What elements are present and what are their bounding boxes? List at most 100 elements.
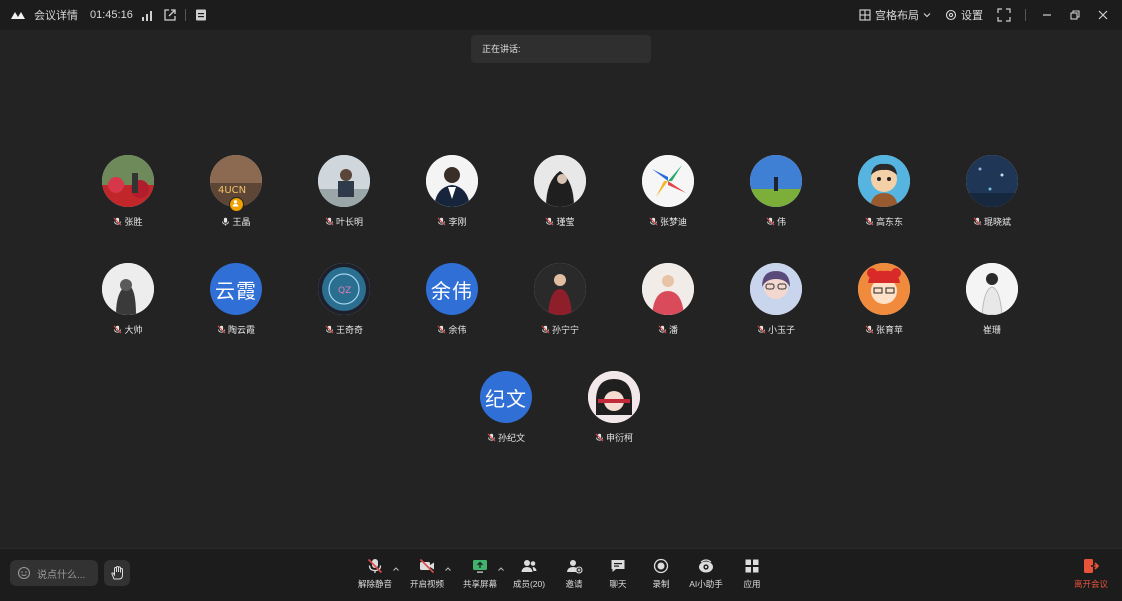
- participant-name-row: 余伟: [400, 323, 504, 336]
- control-label: 邀请: [565, 579, 583, 589]
- control-label: 应用: [743, 579, 761, 589]
- chevron-up-icon[interactable]: [444, 565, 452, 573]
- control-invite[interactable]: 邀请: [549, 557, 599, 590]
- participant-avatar: [750, 263, 802, 315]
- mic-muted-icon: [487, 433, 496, 442]
- svg-text:QZ: QZ: [338, 286, 351, 296]
- participant-avatar: 余伟: [426, 263, 478, 315]
- avatar-initials: 纪文: [485, 386, 527, 411]
- participant-name-row: 王奇奇: [292, 323, 396, 336]
- participant-tile[interactable]: 高东东: [832, 155, 936, 239]
- control-members[interactable]: 成员(20): [504, 557, 554, 590]
- mic-muted-icon: [766, 217, 775, 226]
- control-label: 开启视频: [409, 579, 444, 589]
- control-share-screen[interactable]: 共享屏幕: [455, 557, 505, 590]
- members-icon: [520, 557, 538, 575]
- participant-avatar: [102, 155, 154, 207]
- participant-tile[interactable]: 琨晓斌: [940, 155, 1044, 239]
- participant-tile[interactable]: 大帅: [76, 263, 180, 347]
- participant-avatar: [102, 263, 154, 315]
- participant-tile[interactable]: 4UCN 王晶: [184, 155, 288, 239]
- mic-muted-icon: [366, 557, 384, 575]
- participant-name: 瑾莹: [556, 217, 575, 227]
- participant-name-row: 孙宁宁: [508, 323, 612, 336]
- mic-muted-icon: [658, 325, 667, 334]
- record-icon: [652, 557, 670, 575]
- participant-name-row: 大帅: [76, 323, 180, 336]
- mic-muted-icon: [545, 217, 554, 226]
- participant-tile[interactable]: 伟: [724, 155, 828, 239]
- participant-tile[interactable]: 崔珊: [940, 263, 1044, 347]
- control-label: AI小助手: [689, 579, 723, 589]
- participant-name-row: 张梦迪: [616, 215, 720, 228]
- participant-name: 琨晓斌: [983, 217, 1011, 227]
- participant-name: 伟: [776, 217, 786, 227]
- participant-name: 陶云霞: [227, 325, 255, 335]
- participant-avatar: [318, 155, 370, 207]
- participant-avatar: [858, 155, 910, 207]
- control-ai-assistant[interactable]: AI小助手: [681, 557, 731, 590]
- participant-tile[interactable]: 云霞陶云霞: [184, 263, 288, 347]
- participant-name: 王晶: [232, 217, 251, 227]
- participant-avatar: [750, 155, 802, 207]
- raise-hand-button[interactable]: [104, 560, 130, 586]
- participant-name-row: 张胜: [76, 215, 180, 228]
- participant-tile[interactable]: 小玉子: [724, 263, 828, 347]
- participant-tile[interactable]: 叶长明: [292, 155, 396, 239]
- participant-tile[interactable]: 申衍柯: [562, 371, 666, 455]
- mic-muted-icon: [973, 217, 982, 226]
- participant-name: 高东东: [875, 217, 903, 227]
- raise-hand-icon: [109, 565, 125, 581]
- participant-tile[interactable]: 余伟 余伟: [400, 263, 504, 347]
- participant-name-row: 高东东: [832, 215, 936, 228]
- participant-tile[interactable]: 张梦迪: [616, 155, 720, 239]
- participant-name-row: 瑾莹: [508, 215, 612, 228]
- participant-name-row: 陶云霞: [184, 323, 288, 336]
- leave-meeting-button[interactable]: 离开会议: [1074, 557, 1108, 590]
- control-record[interactable]: 录制: [636, 557, 686, 590]
- quick-chat-placeholder: 说点什么...: [37, 569, 86, 581]
- leave-label: 离开会议: [1073, 579, 1108, 589]
- participant-tile[interactable]: 瑾莹: [508, 155, 612, 239]
- participant-name: 张胜: [124, 217, 143, 227]
- participant-name-row: 小玉子: [724, 323, 828, 336]
- participant-name-row: 叶长明: [292, 215, 396, 228]
- participant-tile[interactable]: 孙宁宁: [508, 263, 612, 347]
- control-label: 成员(20): [512, 579, 546, 589]
- participant-tile[interactable]: 潘: [616, 263, 720, 347]
- emoji-icon[interactable]: [17, 566, 31, 580]
- mic-muted-icon: [757, 325, 766, 334]
- participant-tile[interactable]: 李刚: [400, 155, 504, 239]
- participant-avatar: [858, 263, 910, 315]
- control-video-off[interactable]: 开启视频: [402, 557, 452, 590]
- participant-tile[interactable]: 张育苹: [832, 263, 936, 347]
- ai-assistant-icon: [697, 557, 715, 575]
- participant-name: 孙纪文: [497, 433, 525, 443]
- control-mic-muted[interactable]: 解除静音: [350, 557, 400, 590]
- mic-muted-icon: [113, 217, 122, 226]
- mic-muted-icon: [437, 217, 446, 226]
- control-apps[interactable]: 应用: [727, 557, 777, 590]
- svg-text:4UCN: 4UCN: [218, 185, 246, 196]
- participant-avatar: [534, 263, 586, 315]
- control-label: 共享屏幕: [462, 579, 497, 589]
- participant-name-row: 张育苹: [832, 323, 936, 336]
- avatar-initials: 云霞: [215, 278, 257, 303]
- participant-name-row: 潘: [616, 323, 720, 336]
- quick-chat-input[interactable]: 说点什么...: [10, 560, 98, 586]
- participant-avatar: [534, 155, 586, 207]
- avatar-initials: 余伟: [431, 278, 473, 303]
- participant-tile[interactable]: 张胜: [76, 155, 180, 239]
- participant-tile[interactable]: 纪文孙纪文: [454, 371, 558, 455]
- mic-icon: [221, 217, 230, 226]
- mic-muted-icon: [541, 325, 550, 334]
- control-label: 录制: [652, 579, 670, 589]
- host-badge-icon: [229, 197, 244, 212]
- participant-tile[interactable]: QZ 王奇奇: [292, 263, 396, 347]
- bottom-toolbar: 说点什么... 解除静音 开启视频 共享屏幕 成员(20) 邀请 聊天 录制 AI小助手 应用 …: [0, 548, 1122, 601]
- chevron-up-icon[interactable]: [392, 565, 400, 573]
- participant-avatar: 纪文: [480, 371, 532, 423]
- participant-avatar: [966, 263, 1018, 315]
- participant-name: 张育苹: [875, 325, 903, 335]
- participant-name: 王奇奇: [335, 325, 363, 335]
